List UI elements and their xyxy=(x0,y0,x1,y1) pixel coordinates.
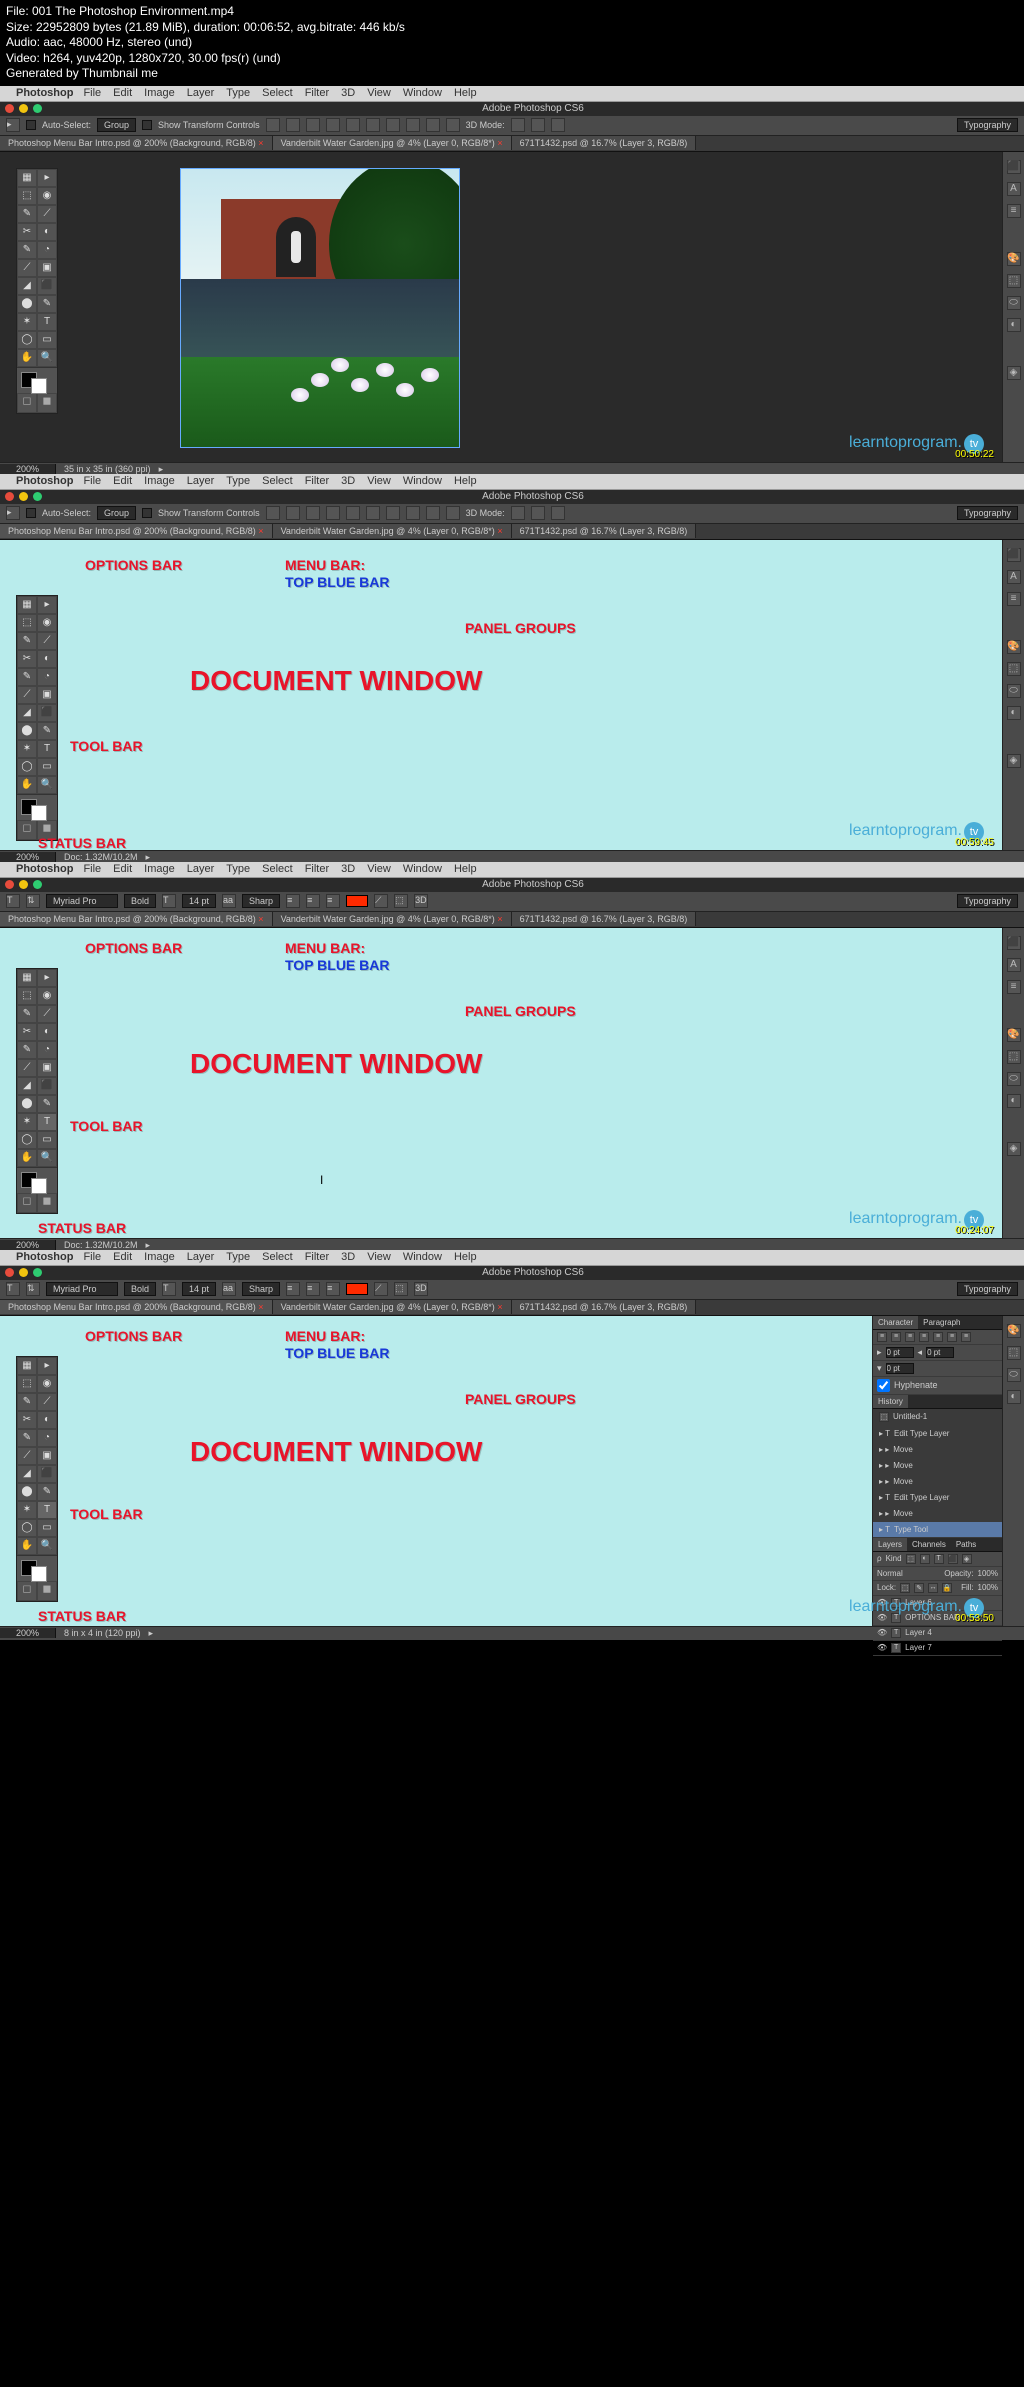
options-bar-type: T⇅ Myriad Pro Bold T14 pt aaSharp ≡≡≡ ⟋⬚… xyxy=(0,892,1024,912)
panels-sidebar[interactable]: CharacterParagraph ≡≡≡≡≡≡≡ ▸ ◂ ▾ Hyphena… xyxy=(872,1316,1002,1626)
aa-select[interactable]: Sharp xyxy=(242,894,280,908)
macos-menubar[interactable]: Photoshop FileEditImageLayerTypeSelectFi… xyxy=(0,86,1024,102)
text-color[interactable] xyxy=(346,895,368,907)
panel-dock[interactable]: ⬛A≡🎨⬚⬭◐◈ xyxy=(1002,152,1024,462)
options-bar[interactable]: ▸ Auto-Select: Group Show Transform Cont… xyxy=(0,116,1024,136)
weight-select[interactable]: Bold xyxy=(124,894,156,908)
document-canvas[interactable]: ▦▸⬚◉✎⟋✂◐✎◔⟋▣◢⬛⬤✎✶T◯▭✋🔍 ◻◼ OPTIONS BAR ME… xyxy=(0,1316,1002,1626)
autoselect-checkbox[interactable] xyxy=(26,120,36,130)
history-item: ⬚Untitled-1 xyxy=(873,1409,1002,1426)
document-canvas[interactable]: ▦▸⬚◉✎⟋✂◐✎◔⟋▣◢⬛⬤✎✶T◯▭✋🔍 ◻◼ OPTIONS BAR ME… xyxy=(0,928,1002,1238)
window-titlebar: Adobe Photoshop CS6 xyxy=(0,102,1024,116)
macos-menubar[interactable]: Photoshop FileEditImageLayerTypeSelectFi… xyxy=(0,862,1024,878)
toolbox[interactable]: ▦▸⬚◉✎⟋✂◐✎◔⟋▣◢⬛⬤✎✶T◯▭✋🔍 ◻◼ xyxy=(16,1356,58,1602)
color-swatch[interactable] xyxy=(17,367,57,393)
history-panel: ⬚Untitled-1 ▸ T Edit Type Layer ▸ ▸ Move… xyxy=(873,1409,1002,1538)
group-select[interactable]: Group xyxy=(97,118,136,132)
document-canvas[interactable]: ▦▸⬚◉✎⟋✂◐✎◔⟋▣◢⬛⬤✎✶T◯▭✋🔍 ◻◼ learntoprogram… xyxy=(0,152,1002,462)
size-select[interactable]: 14 pt xyxy=(182,894,216,908)
workspace-select[interactable]: Typography xyxy=(957,118,1018,132)
minimize-icon[interactable] xyxy=(19,104,28,113)
options-bar: ▸Auto-Select:GroupShow Transform Control… xyxy=(0,504,1024,524)
hyphenate-checkbox[interactable] xyxy=(877,1379,890,1392)
document-tabs[interactable]: Photoshop Menu Bar Intro.psd @ 200% (Bac… xyxy=(0,136,1024,152)
macos-menubar[interactable]: Photoshop FileEditImageLayerTypeSelectFi… xyxy=(0,474,1024,490)
toolbox[interactable]: ▦▸⬚◉✎⟋✂◐✎◔⟋▣◢⬛⬤✎✶T◯▭✋🔍 ◻◼ xyxy=(16,968,58,1214)
document-canvas[interactable]: ▦▸⬚◉✎⟋✂◐✎◔⟋▣◢⬛⬤✎✶T◯▭✋🔍 ◻◼ OPTIONS BAR ME… xyxy=(0,540,1002,850)
toolbox[interactable]: ▦▸⬚◉✎⟋✂◐✎◔⟋▣◢⬛⬤✎✶T◯▭✋🔍 ◻◼ xyxy=(16,168,58,414)
close-icon[interactable] xyxy=(5,104,14,113)
font-select[interactable]: Myriad Pro xyxy=(46,894,118,908)
toolbox[interactable]: ▦▸⬚◉✎⟋✂◐✎◔⟋▣◢⬛⬤✎✶T◯▭✋🔍 ◻◼ xyxy=(16,595,58,841)
macos-menubar[interactable]: Photoshop FileEditImageLayerTypeSelectFi… xyxy=(0,1250,1024,1266)
tool-icon[interactable]: ▸ xyxy=(6,118,20,132)
transform-checkbox[interactable] xyxy=(142,120,152,130)
video-metadata: File: 001 The Photoshop Environment.mp4 … xyxy=(0,0,1024,86)
text-cursor: I xyxy=(320,1173,323,1187)
image-preview xyxy=(180,168,460,448)
timestamp: 00:50:22 xyxy=(955,449,994,460)
maximize-icon[interactable] xyxy=(33,104,42,113)
